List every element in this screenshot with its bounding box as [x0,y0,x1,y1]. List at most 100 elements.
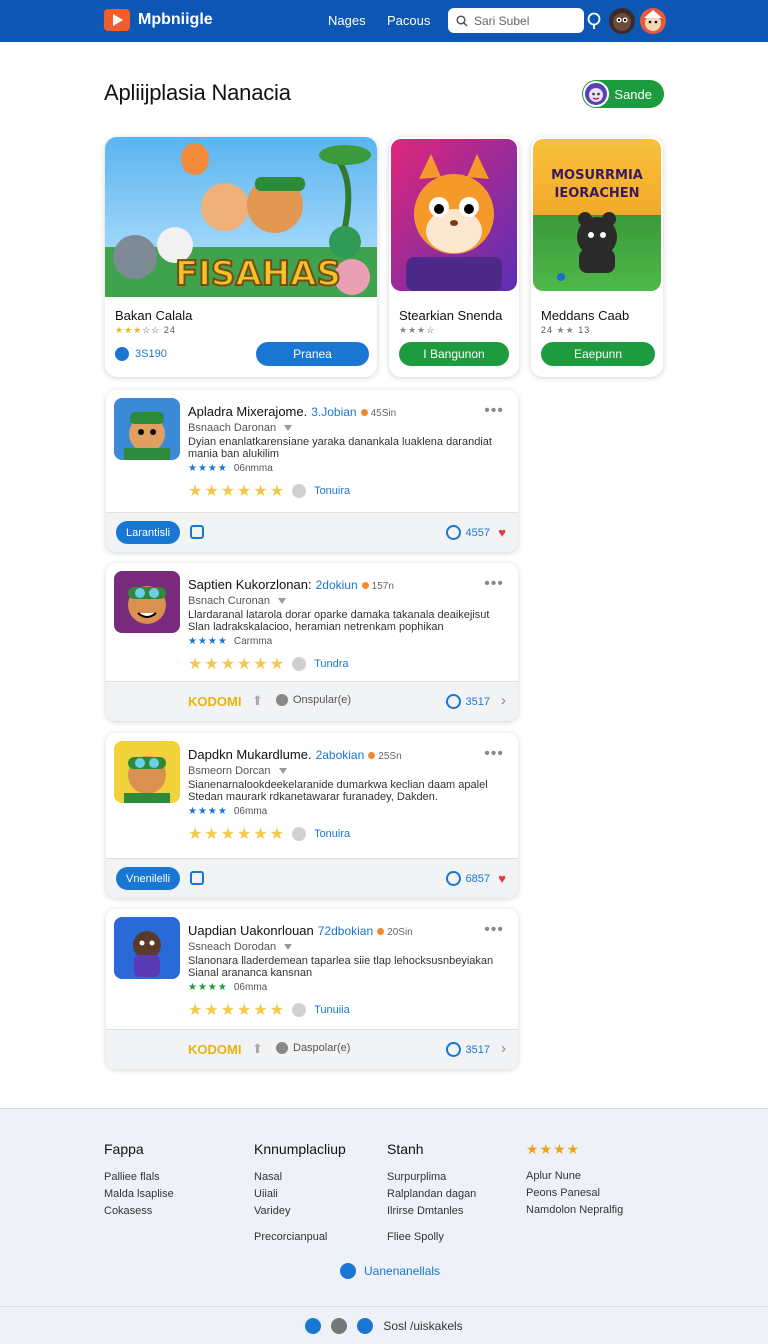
review-thumbnail[interactable] [114,741,180,803]
review-meta: 25Sn [368,751,401,762]
review-thumbnail[interactable] [114,571,180,633]
review-chip[interactable]: 2dokiun [316,578,358,592]
review-count: 4557 [445,525,490,540]
review-status: Onspular(e) [276,694,351,706]
review-rating: ★★★★ 06mma [188,982,268,993]
sande-button[interactable]: Sande [582,80,664,108]
social-icon-1[interactable] [305,1318,322,1334]
rating-star-icons: ★★★★ [188,982,228,993]
upvote-icon[interactable]: ⬆ [252,693,263,709]
upvote-icon[interactable]: ⬆ [252,1041,263,1057]
review-chip[interactable]: 3.Jobian [311,405,356,419]
brand-logo[interactable]: Mpbniigle [104,9,213,31]
more-options-icon[interactable]: ••• [484,402,504,420]
toggle-dot-icon [292,657,307,671]
review-action-pill[interactable]: Vnenilelli [116,867,181,890]
review-brand: KODOMI [188,694,242,709]
review-chip[interactable]: 72dbokian [318,924,373,938]
review-count: 6857 [445,871,490,886]
footer-link[interactable]: Precorcianpual [254,1231,346,1243]
featured-action-button[interactable]: Eaepunn [541,342,655,366]
footer-link[interactable]: Ilrirse Dmtanles [387,1205,476,1217]
footer-link[interactable]: Surpurplima [387,1171,476,1183]
footer-link[interactable]: Peons Panesal [526,1187,623,1199]
review-link[interactable]: Tunuiia [314,1004,350,1016]
check-circle-icon [445,694,461,709]
footer-link[interactable]: Cokasess [104,1205,174,1217]
edit-icon[interactable] [190,525,204,539]
featured-card[interactable]: FISAHAS Bakan Calala ★★★☆☆ 24 3S190 Pran… [105,137,377,377]
more-options-icon[interactable]: ••• [484,921,504,939]
edit-icon[interactable] [190,871,204,885]
mascot-avatar-icon [583,81,609,107]
more-options-icon[interactable]: ••• [484,575,504,593]
review-link[interactable]: Tundra [314,658,348,670]
nav-link-pacous[interactable]: Pacous [387,13,430,28]
featured-art-title-2: IEORACHEN [554,186,639,201]
status-dot-icon [276,694,288,706]
search-icon [456,14,468,27]
star-icons: ★★★ [115,325,143,335]
nav-link-nages[interactable]: Nages [328,13,366,28]
review-link[interactable]: Tonuira [314,828,350,840]
featured-art-title-1: MOSURRMIA [551,168,643,183]
star-rating-input[interactable]: ★★★★★★ Tonuira [188,481,350,501]
heart-icon[interactable]: ♥ [498,525,506,540]
more-options-icon[interactable]: ••• [484,745,504,763]
review-author: Ssneach Dorodan [188,941,292,953]
check-circle-icon [445,1042,461,1057]
featured-action-button[interactable]: I Bangunon [399,342,509,366]
review-title: Dapdkn Mukardlume. 2abokian 25Sn [188,747,402,762]
star-rating-input[interactable]: ★★★★★★ Tonuira [188,824,350,844]
user-avatar-1[interactable] [609,8,635,34]
star-rating-input[interactable]: ★★★★★★ Tundra [188,654,349,674]
review-thumbnail[interactable] [114,398,180,460]
review-meta: 45Sin [361,408,397,419]
footer-column: Fappa Palliee flals Malda lsaplise Cokas… [104,1141,174,1222]
rating-star-icons: ★★★★ [188,806,228,817]
footer-heading: Stanh [387,1141,424,1157]
footer-center-link[interactable]: Uanenanellals [340,1263,440,1279]
user-avatar-2[interactable] [640,8,666,34]
chevron-right-icon[interactable]: › [501,692,506,709]
star-rating-input[interactable]: ★★★★★★ Tunuiia [188,1000,350,1020]
rating-star-icons: ★★★★ [188,636,228,647]
character-avatar-icon [644,10,662,31]
review-link[interactable]: Tonuira [314,485,350,497]
footer-link[interactable]: Malda lsaplise [104,1188,174,1200]
featured-name: Meddans Caab [541,308,630,323]
featured-card[interactable]: MOSURRMIA IEORACHEN Meddans Caab 24 ★★ 1… [531,137,663,377]
search-box[interactable] [448,8,584,33]
footer-link[interactable]: Aplur Nune [526,1170,623,1182]
footer-link[interactable]: Ralplandan dagan [387,1188,476,1200]
featured-action-button[interactable]: Pranea [256,342,369,366]
footer-link[interactable]: Palliee flals [104,1171,174,1183]
footer-link[interactable]: Fliee Spolly [387,1231,476,1243]
info-circle-icon [340,1263,356,1279]
featured-name: Stearkian Snenda [399,308,503,323]
footer-link[interactable]: Nasal [254,1171,346,1183]
footer-link[interactable]: Uiiali [254,1188,346,1200]
rating-star-icons: ★★★★ [188,463,228,474]
top-bar: Mpbniigle Nages Pacous [0,0,768,42]
review-card: Saptien Kukorzlonan: 2dokiun 157n ••• Bsna… [106,563,518,721]
chevron-right-icon[interactable]: › [501,1040,506,1057]
social-icon-2[interactable] [331,1318,348,1334]
review-meta: 157n [362,581,394,592]
review-brand: KODOMI [188,1042,242,1057]
footer-link[interactable]: Namdolon Nepralfig [526,1204,623,1216]
social-icon-3[interactable] [357,1318,374,1334]
search-input[interactable] [474,13,574,28]
heart-icon[interactable]: ♥ [498,871,506,886]
footer-link[interactable]: Varidey [254,1205,346,1217]
check-circle-icon [445,525,461,540]
review-meta: 20Sin [377,927,413,938]
featured-rating: ★★★☆ [399,325,436,335]
featured-artwork: MOSURRMIA IEORACHEN [533,139,661,291]
location-pin-icon[interactable] [586,12,602,30]
review-thumbnail[interactable] [114,917,180,979]
review-count: 3517 [445,1042,490,1057]
review-action-pill[interactable]: Larantisli [116,521,181,544]
review-chip[interactable]: 2abokian [316,748,365,762]
featured-card[interactable]: Stearkian Snenda ★★★☆ I Bangunon [389,137,519,377]
